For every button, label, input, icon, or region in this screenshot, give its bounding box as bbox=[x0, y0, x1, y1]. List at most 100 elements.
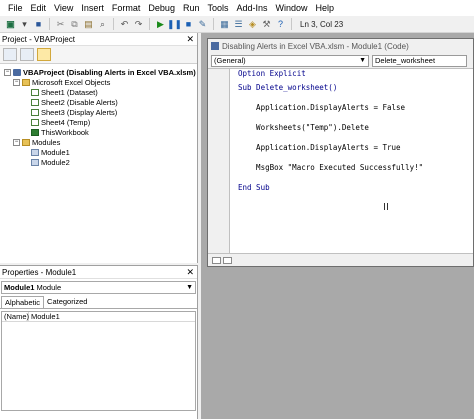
margin-indicator-bar[interactable] bbox=[208, 69, 230, 253]
chevron-down-icon[interactable]: ▼ bbox=[186, 282, 193, 293]
code-editor[interactable]: Option Explicit Sub Delete_worksheet() A… bbox=[208, 69, 473, 254]
object-combo[interactable]: (General) ▼ bbox=[211, 54, 369, 67]
text-cursor-icon bbox=[384, 203, 388, 210]
code-text: Sub Delete_worksheet() bbox=[238, 83, 338, 92]
code-line: MsgBox "Macro Executed Successfully!" bbox=[238, 163, 469, 173]
workbook-icon bbox=[31, 128, 39, 136]
menu-help[interactable]: Help bbox=[312, 0, 339, 16]
menu-tools[interactable]: Tools bbox=[203, 0, 232, 16]
menu-debug[interactable]: Debug bbox=[144, 0, 179, 16]
tree-node-sheet4[interactable]: Sheet4 (Temp) bbox=[0, 117, 197, 127]
property-row[interactable]: (Name) Module1 bbox=[2, 312, 195, 322]
object-selector[interactable]: Module1 Module ▼ bbox=[1, 281, 196, 294]
menu-edit[interactable]: Edit bbox=[27, 0, 51, 16]
insert-dropdown-icon[interactable]: ▾ bbox=[18, 18, 31, 31]
project-pane-title: Project - VBAProject bbox=[2, 35, 75, 44]
menu-file[interactable]: File bbox=[4, 0, 27, 16]
code-text: End Sub bbox=[238, 183, 270, 192]
toolbar-separator bbox=[291, 18, 292, 30]
tree-node-sheet1[interactable]: Sheet1 (Dataset) bbox=[0, 87, 197, 97]
tree-label-excel-objects: Microsoft Excel Objects bbox=[32, 77, 111, 87]
full-module-view-button[interactable] bbox=[223, 256, 232, 264]
folder-icon bbox=[22, 78, 30, 86]
property-name: (Name) bbox=[4, 312, 30, 321]
code-lines[interactable]: Option Explicit Sub Delete_worksheet() A… bbox=[238, 69, 469, 193]
code-window-title-bar[interactable]: Disabling Alerts in Excel VBA.xlsm - Mod… bbox=[208, 39, 473, 53]
properties-pane-title-bar: Properties - Module1 ✕ bbox=[0, 266, 197, 279]
tab-alphabetic[interactable]: Alphabetic bbox=[1, 296, 45, 308]
tree-node-thisworkbook[interactable]: ThisWorkbook bbox=[0, 127, 197, 137]
code-window-title: Disabling Alerts in Excel VBA.xlsm - Mod… bbox=[222, 41, 409, 51]
redo-icon[interactable]: ↷ bbox=[132, 18, 145, 31]
run-icon[interactable]: ▶ bbox=[154, 18, 167, 31]
design-mode-icon[interactable]: ✎ bbox=[196, 18, 209, 31]
view-code-icon[interactable] bbox=[3, 48, 17, 61]
object-browser-icon[interactable]: ◈ bbox=[246, 18, 259, 31]
procedure-combo[interactable]: Delete_worksheet bbox=[372, 54, 467, 67]
code-text: Application.DisplayAlerts = True bbox=[238, 143, 401, 152]
tab-categorized[interactable]: Categorized bbox=[44, 296, 90, 308]
cursor-position-status: Ln 3, Col 23 bbox=[300, 19, 344, 29]
code-line: Application.DisplayAlerts = True bbox=[238, 143, 469, 153]
tree-node-module2[interactable]: Module2 bbox=[0, 157, 197, 167]
toggle-folders-icon[interactable] bbox=[37, 48, 51, 61]
tree-label-sheet4: Sheet4 (Temp) bbox=[41, 117, 91, 127]
copy-icon[interactable]: ⧉ bbox=[68, 18, 81, 31]
menu-insert[interactable]: Insert bbox=[77, 0, 108, 16]
view-object-icon[interactable] bbox=[20, 48, 34, 61]
code-line: Option Explicit bbox=[238, 69, 469, 79]
properties-tabs: Alphabetic Categorized bbox=[0, 296, 197, 309]
tree-label-module2: Module2 bbox=[41, 157, 70, 167]
project-explorer-icon[interactable]: ▦ bbox=[218, 18, 231, 31]
tree-label-module1: Module1 bbox=[41, 147, 70, 157]
break-icon[interactable]: ❚❚ bbox=[167, 18, 182, 31]
object-name: Module1 bbox=[4, 283, 35, 292]
vba-project-icon bbox=[13, 68, 21, 76]
procedure-view-button[interactable] bbox=[212, 256, 221, 264]
menu-add-ins[interactable]: Add-Ins bbox=[232, 0, 271, 16]
undo-icon[interactable]: ↶ bbox=[118, 18, 131, 31]
collapse-icon[interactable]: − bbox=[13, 138, 20, 146]
worksheet-icon bbox=[31, 88, 39, 96]
worksheet-icon bbox=[31, 98, 39, 106]
tree-label-sheet3: Sheet3 (Display Alerts) bbox=[41, 107, 118, 117]
code-window-view-buttons bbox=[208, 254, 473, 266]
tree-label-sheet2: Sheet2 (Disable Alerts) bbox=[41, 97, 118, 107]
property-value[interactable]: Module1 bbox=[29, 312, 60, 321]
menu-run[interactable]: Run bbox=[179, 0, 204, 16]
close-icon[interactable]: ✕ bbox=[186, 266, 194, 279]
close-icon[interactable]: ✕ bbox=[186, 33, 194, 46]
tree-label-project: VBAProject (Disabling Alerts in Excel VB… bbox=[23, 67, 196, 77]
tree-node-modules[interactable]: − Modules bbox=[0, 137, 197, 147]
save-icon[interactable]: ■ bbox=[32, 18, 45, 31]
chevron-down-icon[interactable]: ▼ bbox=[359, 56, 366, 66]
reset-icon[interactable]: ■ bbox=[182, 18, 195, 31]
code-line: Application.DisplayAlerts = False bbox=[238, 103, 469, 113]
toolbox-icon[interactable]: ⚒ bbox=[260, 18, 273, 31]
tree-node-excel-objects[interactable]: − Microsoft Excel Objects bbox=[0, 77, 197, 87]
collapse-icon[interactable]: − bbox=[13, 78, 20, 86]
help-icon[interactable]: ? bbox=[274, 18, 287, 31]
code-window: Disabling Alerts in Excel VBA.xlsm - Mod… bbox=[207, 38, 474, 267]
tree-node-sheet3[interactable]: Sheet3 (Display Alerts) bbox=[0, 107, 197, 117]
procedure-combo-value: Delete_worksheet bbox=[375, 55, 436, 65]
tree-node-project[interactable]: − VBAProject (Disabling Alerts in Excel … bbox=[0, 67, 197, 77]
collapse-icon[interactable]: − bbox=[4, 68, 11, 76]
code-text: MsgBox "Macro Executed Successfully!" bbox=[238, 163, 424, 172]
mdi-workspace: Disabling Alerts in Excel VBA.xlsm - Mod… bbox=[201, 33, 474, 419]
menu-format[interactable]: Format bbox=[108, 0, 145, 16]
project-pane-toolbar bbox=[0, 46, 197, 64]
cut-icon[interactable]: ✂ bbox=[54, 18, 67, 31]
menu-window[interactable]: Window bbox=[272, 0, 312, 16]
menu-view[interactable]: View bbox=[50, 0, 77, 16]
tree-node-sheet2[interactable]: Sheet2 (Disable Alerts) bbox=[0, 97, 197, 107]
code-window-icon bbox=[211, 42, 219, 50]
paste-icon[interactable]: ▤ bbox=[82, 18, 95, 31]
folder-icon bbox=[22, 138, 30, 146]
properties-window-icon[interactable]: ☰ bbox=[232, 18, 245, 31]
find-icon[interactable]: ⌕ bbox=[96, 18, 109, 31]
tree-node-module1[interactable]: Module1 bbox=[0, 147, 197, 157]
excel-view-icon[interactable]: ▣ bbox=[4, 18, 17, 31]
tree-label-modules: Modules bbox=[32, 137, 61, 147]
properties-grid: (Name) Module1 bbox=[1, 311, 196, 411]
